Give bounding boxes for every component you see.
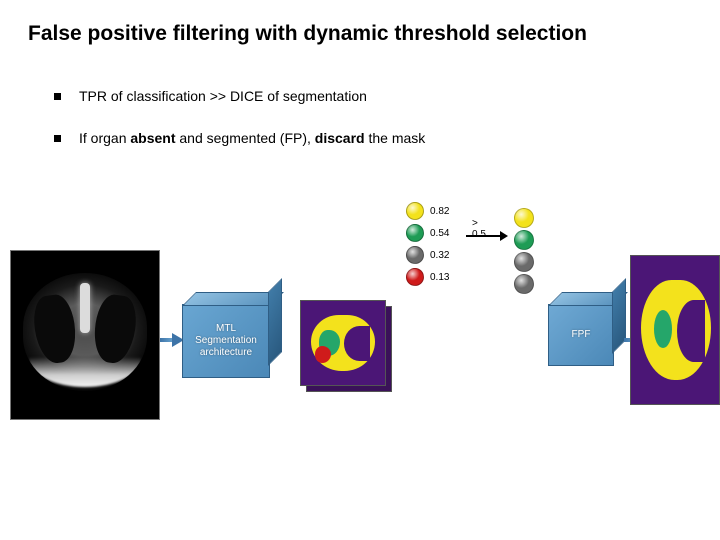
- ct-body-outline: [23, 273, 147, 391]
- score-row: 0.13: [406, 266, 456, 288]
- bullet-2-bold-absent: absent: [130, 130, 175, 146]
- score-value: 0.82: [430, 206, 449, 217]
- threshold-label: > 0.5: [472, 218, 486, 240]
- score-value: 0.32: [430, 250, 449, 261]
- filtered-dot-icon: [514, 230, 534, 250]
- score-dot-icon: [406, 224, 424, 242]
- filtered-dot-icon: [514, 274, 534, 294]
- bullet-2-bold-discard: discard: [315, 130, 365, 146]
- score-dot-icon: [406, 268, 424, 286]
- ct-lung-right: [90, 293, 139, 366]
- bullet-1: TPR of classification >> DICE of segment…: [54, 88, 367, 104]
- bullet-2-frag: the mask: [365, 130, 426, 146]
- segmentation-mask: [311, 315, 375, 371]
- bullet-2-text: If organ absent and segmented (FP), disc…: [79, 130, 425, 146]
- filtered-dot-icon: [514, 208, 534, 228]
- bullet-1-text: TPR of classification >> DICE of segment…: [79, 88, 367, 104]
- bullet-2-frag: If organ: [79, 130, 130, 146]
- filtered-scores-stack: [514, 208, 538, 296]
- score-dot-icon: [406, 202, 424, 220]
- bullet-marker: [54, 93, 61, 100]
- score-row: 0.54: [406, 222, 456, 244]
- filtered-mask: [641, 280, 711, 380]
- bullet-2-frag: and segmented (FP),: [176, 130, 315, 146]
- score-row: 0.82: [406, 200, 456, 222]
- mtl-label: MTL Segmentation architecture: [187, 323, 265, 359]
- classification-scores: 0.82 0.54 0.32 0.13: [406, 200, 456, 288]
- diagram-area: MTL Segmentation architecture 0.820.540.…: [10, 200, 710, 520]
- flow-arrow-icon: [160, 335, 184, 345]
- ct-scan-image: [10, 250, 160, 420]
- bullet-2: If organ absent and segmented (FP), disc…: [54, 130, 425, 146]
- segmentation-output-tile: [300, 300, 386, 386]
- score-row: 0.32: [406, 244, 456, 266]
- fpf-label: FPF: [572, 329, 591, 341]
- bullet-marker: [54, 135, 61, 142]
- fpf-block: FPF: [548, 304, 614, 366]
- filtered-dot-icon: [514, 252, 534, 272]
- score-value: 0.54: [430, 228, 449, 239]
- page-title: False positive filtering with dynamic th…: [28, 22, 587, 46]
- ct-lung-left: [30, 293, 79, 366]
- score-dot-icon: [406, 246, 424, 264]
- score-value: 0.13: [430, 272, 449, 283]
- filtered-segmentation-tile: [630, 255, 720, 405]
- mtl-architecture-block: MTL Segmentation architecture: [182, 304, 270, 378]
